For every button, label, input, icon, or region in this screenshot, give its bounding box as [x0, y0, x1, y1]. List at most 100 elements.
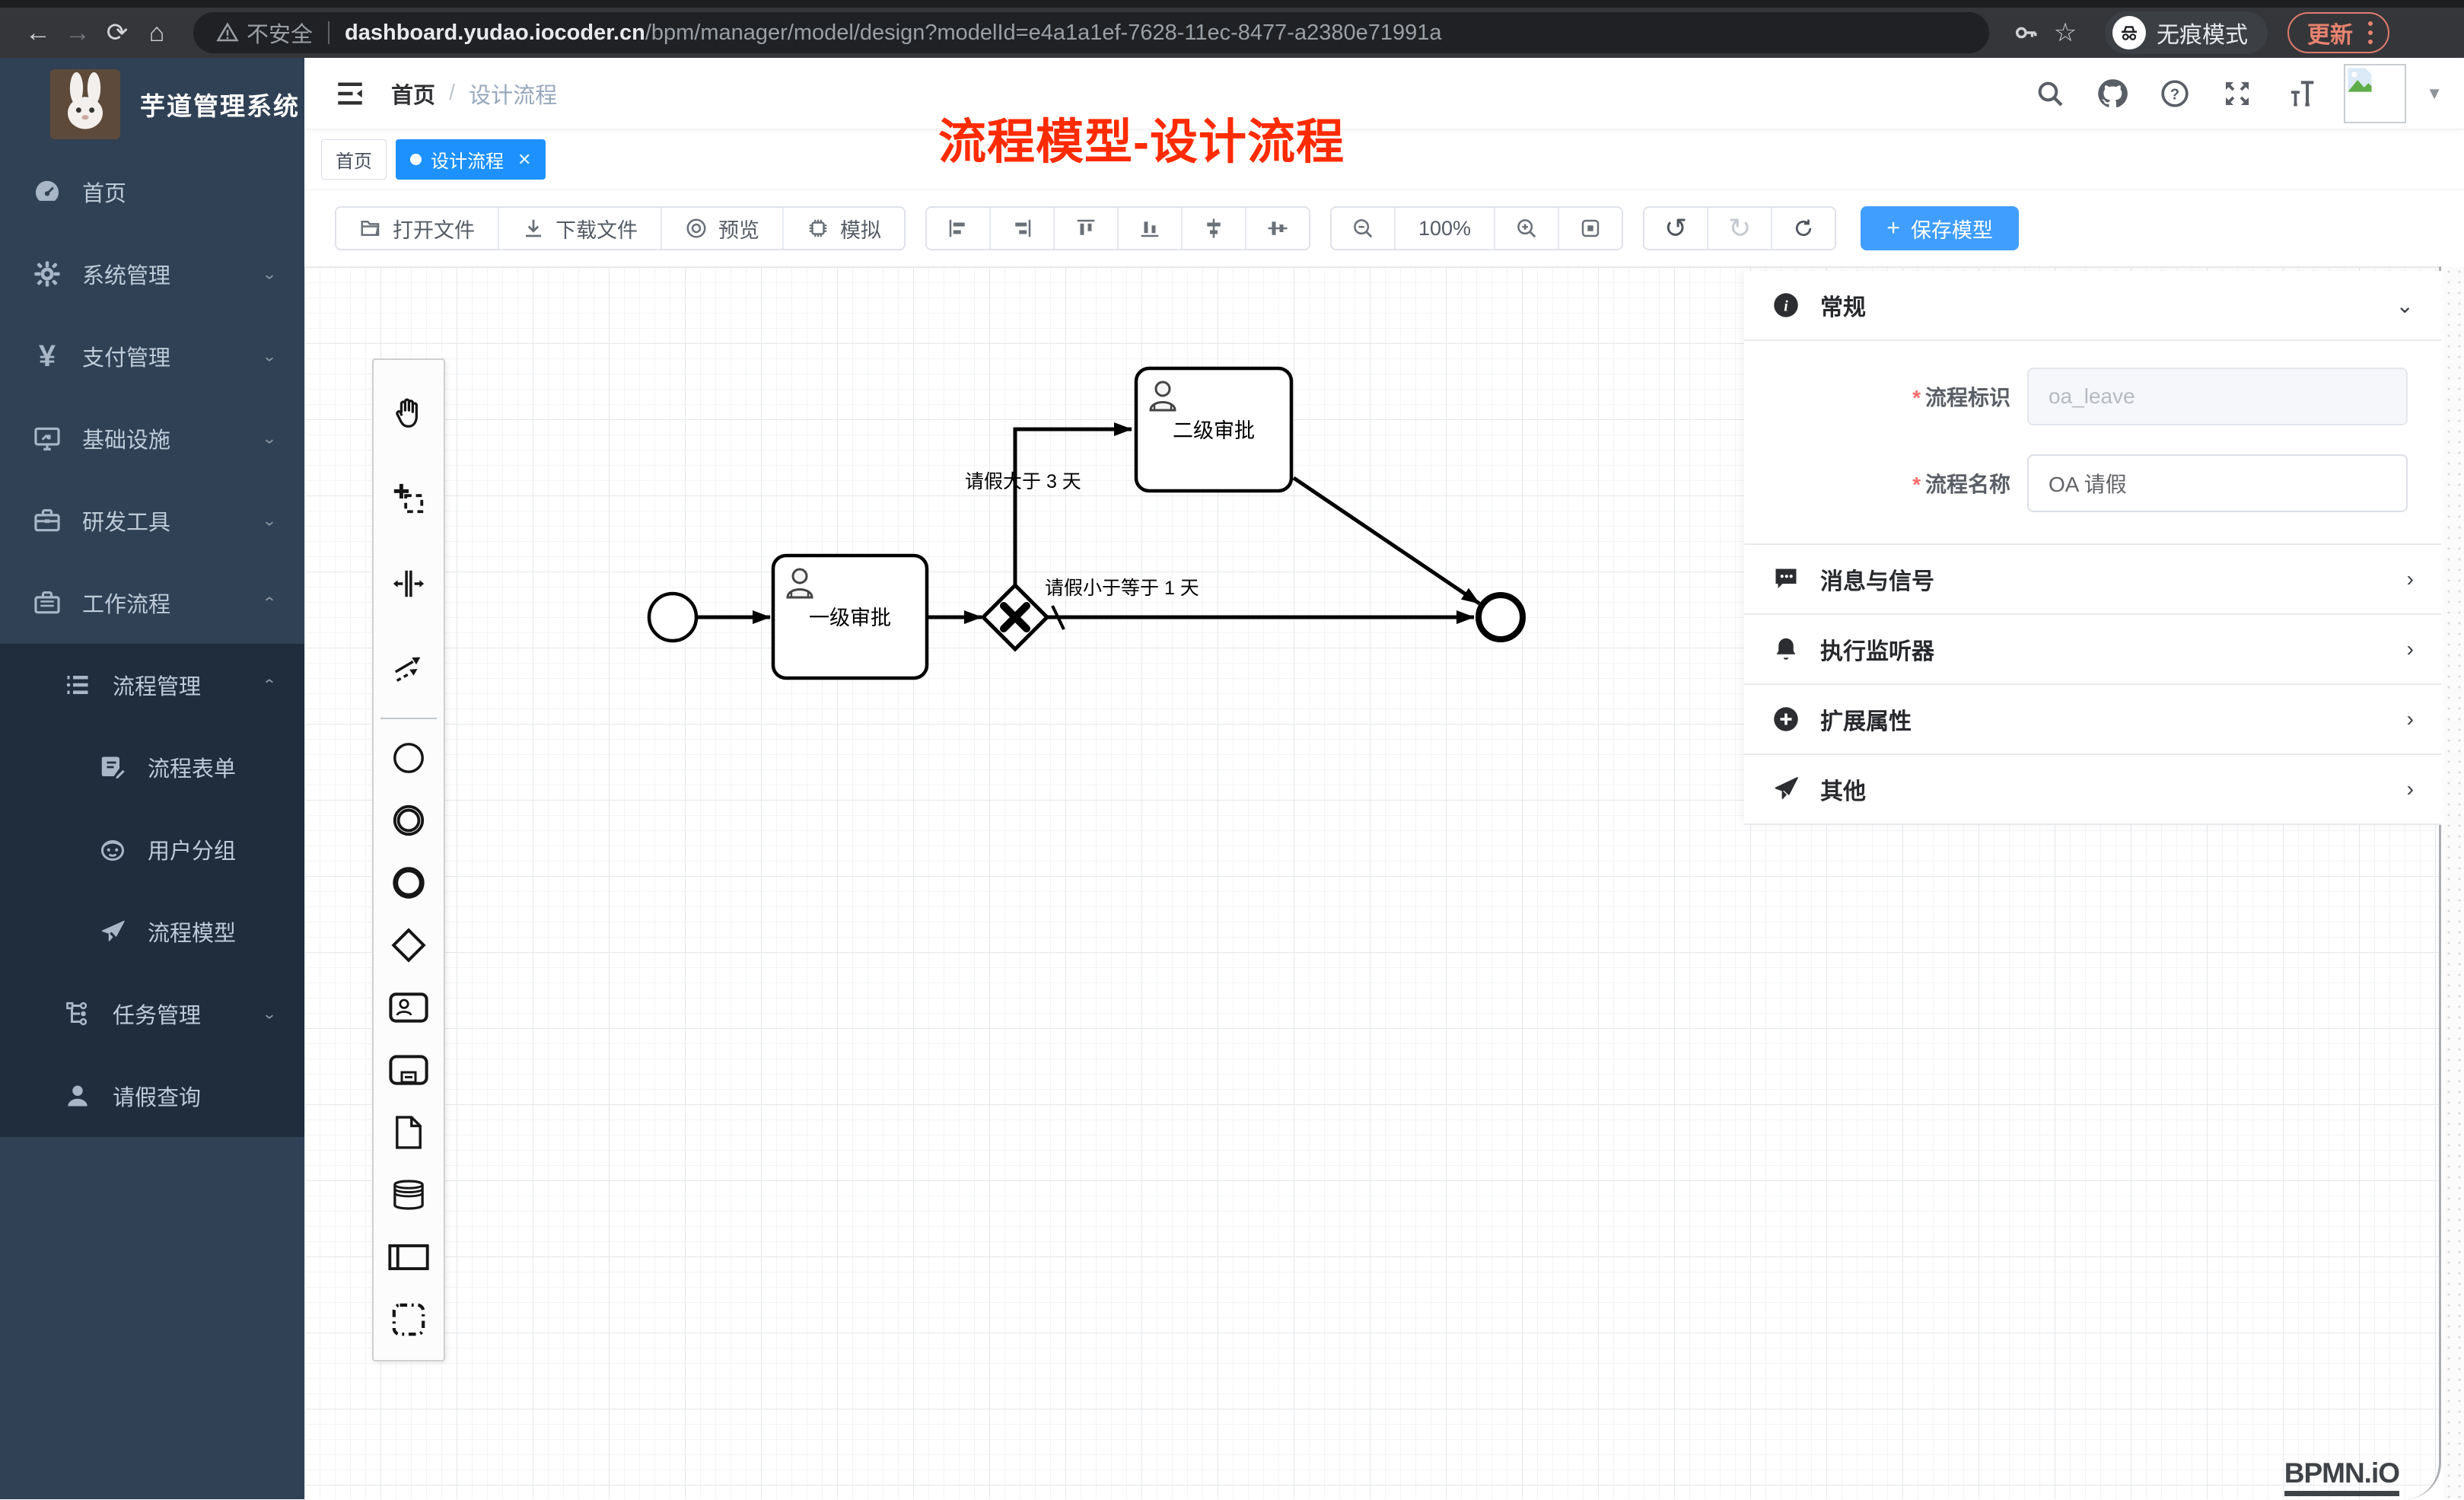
active-dot-icon: [410, 154, 422, 165]
chevron-down-icon: ⌄: [262, 265, 277, 282]
browser-reload-button[interactable]: ⟳: [97, 13, 137, 53]
browser-back-button[interactable]: ←: [18, 13, 58, 53]
password-key-icon[interactable]: [2006, 13, 2045, 53]
sidebar-item-label: 流程管理: [113, 669, 262, 701]
sidebar-item-devtools[interactable]: 研发工具 ⌄: [0, 479, 304, 562]
close-icon[interactable]: ✕: [517, 150, 531, 170]
download-file-button[interactable]: 下载文件: [499, 208, 662, 249]
breadcrumb-home[interactable]: 首页: [391, 78, 435, 110]
process-key-input: [2027, 368, 2408, 425]
sidebar-item-process-form[interactable]: 流程表单: [0, 726, 304, 808]
browser-menu-icon[interactable]: [2368, 21, 2373, 44]
redo-icon: ↻: [1728, 212, 1751, 244]
send-icon: [1772, 775, 1800, 804]
bpmn-io-watermark[interactable]: BPMN.iO: [2284, 1457, 2399, 1496]
browser-forward-button[interactable]: →: [58, 13, 97, 53]
sidebar-item-system[interactable]: 系统管理 ⌄: [0, 233, 304, 315]
align-center-button[interactable]: [1246, 208, 1309, 249]
font-size-icon[interactable]: [2281, 75, 2318, 112]
tag-design-process[interactable]: 设计流程 ✕: [396, 139, 546, 180]
sidebar-item-process-mgmt[interactable]: 流程管理 ⌃: [0, 644, 304, 726]
info-icon: i: [1772, 291, 1800, 320]
monitor-icon: [32, 423, 62, 454]
align-middle-button[interactable]: [1183, 208, 1246, 249]
simulate-button[interactable]: 模拟: [784, 208, 904, 249]
sidebar-item-leave-query[interactable]: 请假查询: [0, 1055, 304, 1137]
avatar-caret-icon[interactable]: ▼: [2426, 84, 2443, 104]
plus-circle-icon: [1772, 705, 1800, 734]
preview-button[interactable]: 预览: [662, 208, 784, 249]
breadcrumb-current: 设计流程: [469, 78, 557, 110]
panel-section-execution-listener[interactable]: 执行监听器 ›: [1744, 615, 2441, 683]
bpmn-canvas[interactable]: 一级审批 二级审批 请假大于 3 天 请假小于等于 1 天: [304, 266, 2441, 1499]
help-icon[interactable]: ?: [2157, 75, 2193, 112]
save-model-button[interactable]: + 保存模型: [1861, 206, 2019, 250]
panel-section-message-signal[interactable]: 消息与信号 ›: [1744, 545, 2441, 613]
yen-icon: ¥: [32, 341, 62, 371]
preview-icon: [685, 217, 708, 240]
zoom-level[interactable]: 100%: [1396, 208, 1495, 249]
avatar[interactable]: [2344, 64, 2406, 123]
bell-icon: [1772, 635, 1800, 664]
github-icon[interactable]: [2094, 75, 2131, 112]
exclusive-gateway[interactable]: [983, 585, 1047, 649]
user-task-level1[interactable]: 一级审批: [773, 556, 927, 678]
process-name-input[interactable]: [2027, 454, 2408, 512]
flow-task2-to-end[interactable]: [1294, 478, 1479, 604]
tag-home[interactable]: 首页: [321, 139, 387, 180]
url-bar[interactable]: 不安全 dashboard.yudao.iocoder.cn /bpm/mana…: [193, 12, 1989, 53]
sidebar-item-label: 首页: [82, 176, 277, 208]
zoom-reset-button[interactable]: [1559, 208, 1622, 249]
toolbox-icon: [32, 505, 62, 536]
bookmark-star-icon[interactable]: ☆: [2045, 13, 2085, 53]
url-host: dashboard.yudao.iocoder.cn: [345, 21, 645, 46]
flow-gateway-to-task2[interactable]: [1015, 429, 1132, 585]
sidebar-item-payment[interactable]: ¥ 支付管理 ⌄: [0, 315, 304, 397]
browser-update-button[interactable]: 更新: [2287, 12, 2389, 53]
redo-button[interactable]: ↻: [1708, 208, 1772, 249]
fullscreen-icon[interactable]: [2219, 75, 2255, 112]
undo-button[interactable]: ↺: [1644, 208, 1708, 249]
align-top-button[interactable]: [1055, 208, 1119, 249]
app-logo-row[interactable]: 芋道管理系统: [0, 58, 304, 151]
plus-icon: +: [1886, 215, 1900, 241]
restart-button[interactable]: [1772, 208, 1835, 249]
overlay-title: 流程模型-设计流程: [938, 104, 1345, 173]
chevron-right-icon: ›: [2407, 707, 2414, 731]
sidebar-item-infra[interactable]: 基础设施 ⌄: [0, 397, 304, 479]
sidebar-item-label: 支付管理: [82, 340, 262, 372]
sidebar-item-label: 基础设施: [82, 422, 262, 454]
align-bottom-button[interactable]: [1119, 208, 1183, 249]
panel-section-other[interactable]: 其他 ›: [1744, 755, 2441, 823]
zoom-out-button[interactable]: [1332, 208, 1396, 249]
align-right-button[interactable]: [991, 208, 1055, 249]
folder-open-icon: [359, 217, 382, 240]
panel-section-general[interactable]: i 常规 ⌄: [1744, 271, 2441, 339]
sidebar-item-label: 用户分组: [148, 833, 277, 865]
start-event[interactable]: [649, 594, 696, 641]
download-icon: [522, 217, 545, 240]
sidebar-item-user-group[interactable]: 用户分组: [0, 808, 304, 890]
open-file-button[interactable]: 打开文件: [336, 208, 499, 249]
tag-view-bar: 首页 设计流程 ✕: [304, 129, 2464, 190]
end-event[interactable]: [1479, 595, 1523, 639]
dashboard-icon: [32, 177, 62, 207]
section-title: 消息与信号: [1820, 562, 2387, 596]
user-task-level2[interactable]: 二级审批: [1136, 368, 1291, 491]
sidebar-item-task-mgmt[interactable]: 任务管理 ⌄: [0, 973, 304, 1055]
align-left-button[interactable]: [927, 208, 991, 249]
sidebar-item-process-model[interactable]: 流程模型: [0, 890, 304, 973]
chevron-right-icon: ›: [2407, 777, 2414, 801]
org-tree-icon: [62, 998, 93, 1029]
search-icon[interactable]: [2032, 75, 2068, 112]
sidebar-item-workflow[interactable]: 工作流程 ⌃: [0, 562, 304, 644]
sidebar-collapse-icon[interactable]: [329, 72, 371, 115]
zoom-in-button[interactable]: [1495, 208, 1559, 249]
browser-home-button[interactable]: ⌂: [137, 13, 177, 53]
chevron-right-icon: ›: [2407, 637, 2414, 661]
gear-icon: [32, 259, 62, 289]
required-asterisk: *: [1912, 473, 1921, 496]
svg-text:i: i: [1784, 299, 1788, 315]
panel-section-extended-attrs[interactable]: 扩展属性 ›: [1744, 685, 2441, 753]
sidebar-item-home[interactable]: 首页: [0, 151, 304, 233]
